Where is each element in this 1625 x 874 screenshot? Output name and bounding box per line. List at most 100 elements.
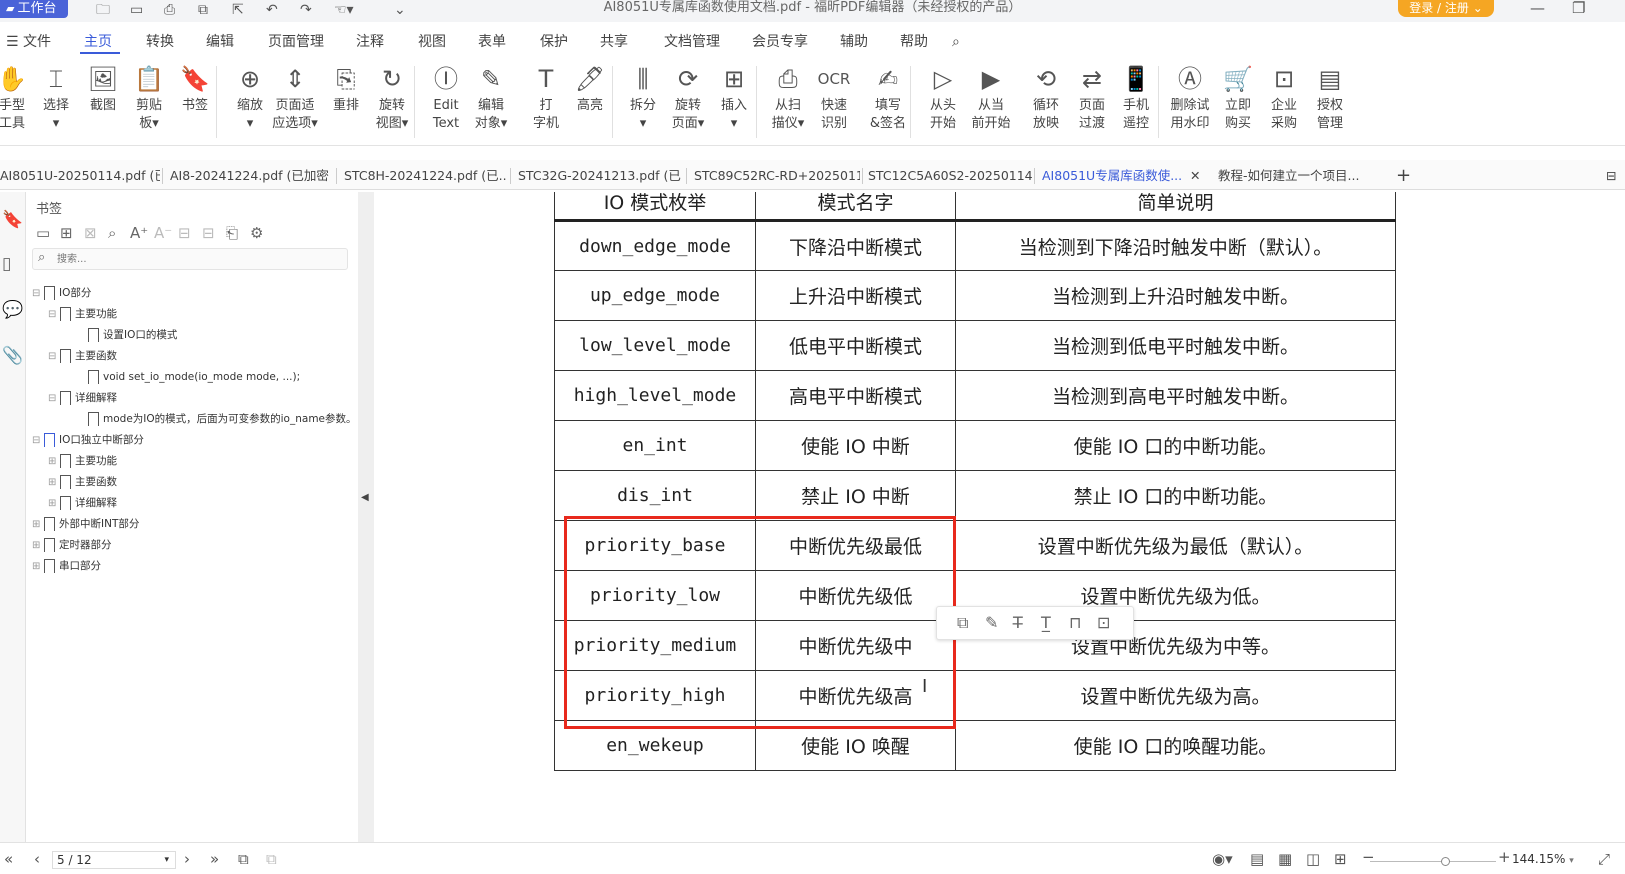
bookmark-icon[interactable]: ⊓ <box>1069 613 1081 632</box>
menu-form[interactable]: 表单 <box>478 32 506 52</box>
single-page-view-icon[interactable]: ▤ <box>1250 849 1264 869</box>
page-number-input[interactable]: 5 / 12 ▾ <box>52 851 176 869</box>
page-thumbnail-icon[interactable]: ▯ <box>2 254 11 274</box>
bookmark-item[interactable]: 设置IO口的模式 <box>76 326 177 344</box>
bookmark-page-icon[interactable]: ⎗ <box>226 224 238 242</box>
tab-stc32g[interactable]: STC32G-20241213.pdf (已... <box>518 164 682 188</box>
play-current-button[interactable]: ▶ 从当 前开始 <box>965 63 1017 133</box>
bookmark-search-input[interactable] <box>57 251 337 267</box>
first-page-icon[interactable]: « <box>4 849 13 869</box>
insert-button[interactable]: ⊞ 插入 ▾ <box>708 63 760 133</box>
zoom-out-icon[interactable]: − <box>1362 847 1375 867</box>
increase-font-icon[interactable]: A⁺ <box>130 224 148 242</box>
collapse-bookmark-icon[interactable]: ⊟ <box>202 224 215 242</box>
menu-member[interactable]: 会员专享 <box>752 32 808 52</box>
reflow-button[interactable]: ⎘ 重排 <box>320 63 372 115</box>
highlight-pen-icon[interactable]: ✎ <box>985 613 998 632</box>
bookmark-item[interactable]: ⊟ IO部分 <box>32 284 91 302</box>
tab-list-icon[interactable]: ⊟ <box>1606 164 1624 188</box>
bookmark-item[interactable]: ⊞ 主要功能 <box>48 452 117 470</box>
enterprise-button[interactable]: ⊡ 企业 采购 <box>1258 63 1310 133</box>
bookmark-item[interactable]: void set_io_mode(io_mode mode, ...); <box>76 368 300 386</box>
edit-object-button[interactable]: ✎ 编辑 对象▾ <box>465 63 517 133</box>
next-page-icon[interactable]: › <box>184 849 190 869</box>
attachment-icon[interactable]: 📎 <box>2 346 23 366</box>
bookmark-item[interactable]: mode为IO的模式，后面为可变参数的io_name参数。 <box>76 410 357 428</box>
new-tab-plus-icon[interactable]: + <box>1396 164 1414 188</box>
tab-tutorial[interactable]: 教程-如何建立一个项目... <box>1218 164 1380 188</box>
continuous-view-icon[interactable]: ▦ <box>1278 849 1292 869</box>
fill-sign-button[interactable]: ✍ 填写 &签名 <box>862 63 914 133</box>
search-icon[interactable]: ⌕ <box>952 32 960 52</box>
bookmark-options-icon[interactable]: ▭ <box>36 224 50 242</box>
copy-icon[interactable]: ⧉ <box>957 613 968 633</box>
tab-stc8h[interactable]: STC8H-20241224.pdf (已... <box>344 164 506 188</box>
ocr-button[interactable]: OCR 快速 识别 <box>808 63 860 133</box>
rotate-page-button[interactable]: ⟳ 旋转 页面▾ <box>662 63 714 133</box>
bookmark-settings-icon[interactable]: ⚙ <box>250 224 263 242</box>
bookmark-item[interactable]: ⊟ 详细解释 <box>48 389 117 407</box>
bookmark-item[interactable]: ⊞ 主要函数 <box>48 473 117 491</box>
bookmark-item[interactable]: ⊞ 定时器部分 <box>32 536 112 554</box>
rotate-view-button[interactable]: ↻ 旋转 视图▾ <box>366 63 418 133</box>
facing-view-icon[interactable]: ◫ <box>1306 849 1320 869</box>
tab-stc89c52rc[interactable]: STC89C52RC-RD+2025011... <box>694 164 860 188</box>
select-tool-button[interactable]: ⌶ 选择 ▾ <box>30 63 82 133</box>
menu-view[interactable]: 视图 <box>418 32 446 52</box>
bookmark-panel-icon[interactable]: 🔖 <box>2 210 23 230</box>
continuous-facing-icon[interactable]: ⊞ <box>1334 849 1347 869</box>
bookmark-item[interactable]: ⊟ 主要功能 <box>48 305 117 323</box>
zoom-slider-track[interactable] <box>1370 861 1496 862</box>
document-view[interactable]: IO 模式枚举 模式名字 简单说明 down_edge_mode 下降沿中断模式当… <box>374 192 1625 842</box>
menu-convert[interactable]: 转换 <box>146 32 174 52</box>
comments-icon[interactable]: 💬 <box>2 300 23 320</box>
file-menu[interactable]: ☰ 文件 <box>6 32 51 52</box>
bookmark-button[interactable]: 🔖 书签 <box>169 63 221 115</box>
buy-now-button[interactable]: 🛒 立即 购买 <box>1212 63 1264 133</box>
single-page-icon[interactable]: ⧉ <box>238 849 249 869</box>
expand-bookmark-icon[interactable]: ⊟ <box>178 224 191 242</box>
bookmark-item[interactable]: ⊞ 外部中断INT部分 <box>32 515 139 533</box>
bookmark-item[interactable]: ⊞ 串口部分 <box>32 557 101 575</box>
highlight-button[interactable]: 🖊 高亮 <box>564 63 616 115</box>
menu-protect[interactable]: 保护 <box>540 32 568 52</box>
last-page-icon[interactable]: » <box>210 849 219 869</box>
fit-page-button[interactable]: ⇕ 页面适 应选项▾ <box>266 63 324 133</box>
strikethrough-icon[interactable]: T̶ <box>1013 613 1023 632</box>
restore-icon[interactable]: ❐ <box>1572 0 1585 16</box>
view-mode-icon[interactable]: ◉▾ <box>1212 849 1233 869</box>
play-start-button[interactable]: ▷ 从头 开始 <box>917 63 969 133</box>
menu-help[interactable]: 帮助 <box>900 32 928 52</box>
bookmark-item[interactable]: ⊟ 主要函数 <box>48 347 117 365</box>
menu-edit[interactable]: 编辑 <box>206 32 234 52</box>
bookmark-item[interactable]: ⊞ 详细解释 <box>48 494 117 512</box>
bookmark-item[interactable]: ⊟ IO口独立中断部分 <box>32 431 144 449</box>
add-bookmark-icon[interactable]: ⊞ <box>60 224 73 242</box>
clipboard-button[interactable]: 📋 剪贴 板▾ <box>123 63 175 133</box>
phone-remote-button[interactable]: 📱 手机 遥控 <box>1110 63 1162 133</box>
delete-bookmark-icon[interactable]: ⊠ <box>84 224 97 242</box>
loop-button[interactable]: ⟲ 循环 放映 <box>1020 63 1072 133</box>
panel-collapse-handle[interactable]: ◀ <box>358 192 374 842</box>
zoom-in-icon[interactable]: + <box>1498 847 1511 867</box>
text-box-icon[interactable]: ⊡ <box>1097 613 1110 632</box>
tab-ai8-20241224[interactable]: AI8-20241224.pdf (已加密) <box>170 164 330 188</box>
login-button[interactable]: 登录 / 注册 ⌄ <box>1398 0 1494 17</box>
screenshot-button[interactable]: 🖼 截图 <box>77 63 129 115</box>
menu-assist[interactable]: 辅助 <box>840 32 868 52</box>
zoom-slider-handle[interactable] <box>1441 857 1450 866</box>
bookmark-search[interactable]: ⌕ <box>32 248 348 270</box>
license-button[interactable]: ▤ 授权 管理 <box>1304 63 1356 133</box>
menu-doc-manage[interactable]: 文档管理 <box>664 32 720 52</box>
zoom-level[interactable]: 144.15% ▾ <box>1512 850 1592 868</box>
minimize-icon[interactable]: — <box>1530 0 1545 16</box>
menu-home[interactable]: 主页 <box>84 32 112 52</box>
scanner-button[interactable]: ⎙ 从扫 描仪▾ <box>762 63 814 133</box>
remove-watermark-button[interactable]: Ⓐ 删除试 用水印 <box>1164 63 1216 133</box>
underline-icon[interactable]: T̲ <box>1041 613 1051 632</box>
menu-comment[interactable]: 注释 <box>356 32 384 52</box>
find-bookmark-icon[interactable]: ⌕ <box>108 224 116 242</box>
tab-stc12c5a60s2[interactable]: STC12C5A60S2-20250114... <box>868 164 1032 188</box>
prev-page-icon[interactable]: ‹ <box>34 849 40 869</box>
decrease-font-icon[interactable]: A⁻ <box>154 224 172 242</box>
